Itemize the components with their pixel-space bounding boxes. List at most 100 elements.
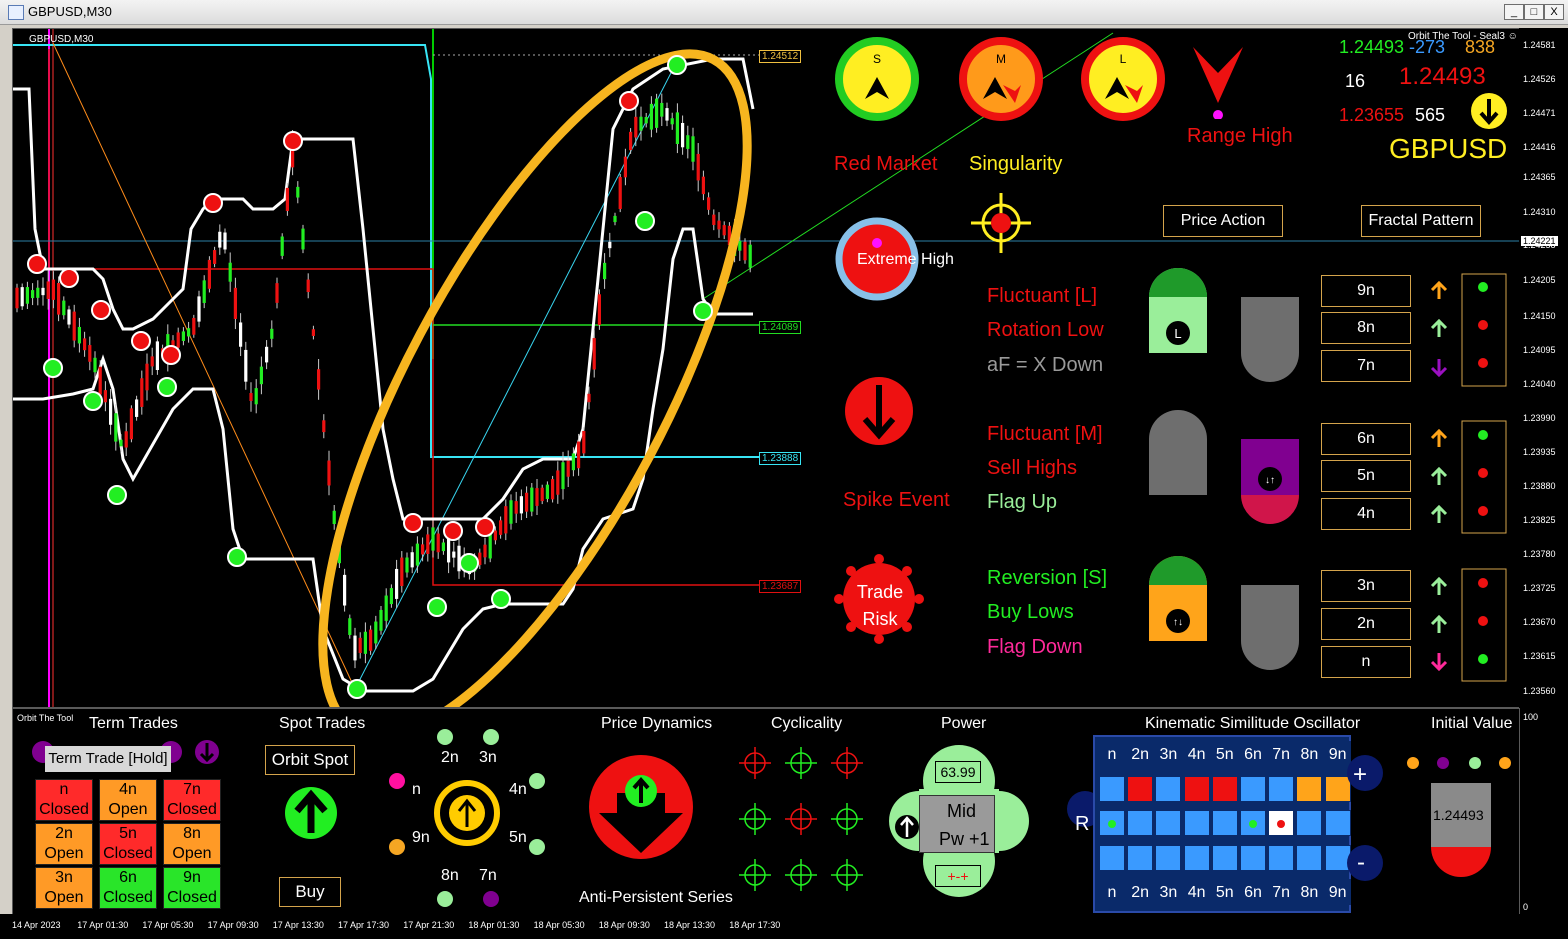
- buy-marker-icon: [107, 485, 127, 505]
- candle-body: [223, 232, 227, 250]
- kso-header-cell: 6n: [1240, 879, 1266, 905]
- wheel-3n: 3n: [479, 749, 497, 766]
- candle-body: [140, 378, 144, 407]
- candle-body: [389, 588, 393, 605]
- time-axis-tick: 18 Apr 17:30: [729, 920, 781, 930]
- term-trade-cell[interactable]: 2n Open: [35, 823, 93, 865]
- close-button[interactable]: X: [1544, 4, 1564, 20]
- kso-header-cell: 3n: [1155, 741, 1182, 767]
- spike-event-label: Spike Event: [843, 489, 950, 511]
- term-trade-hold-button[interactable]: Term Trade [Hold]: [45, 746, 171, 772]
- candle-body: [722, 225, 726, 236]
- candle-body: [535, 488, 539, 506]
- maximize-button[interactable]: □: [1524, 4, 1544, 20]
- candle-body: [129, 408, 133, 440]
- candle-body: [369, 629, 373, 651]
- candle-body: [15, 287, 19, 309]
- time-axis-tick: 18 Apr 05:30: [533, 920, 585, 930]
- kso-cell: [1211, 810, 1238, 836]
- n-box-3n: 3n: [1321, 570, 1411, 602]
- term-trade-cell-status: Closed: [39, 801, 89, 818]
- price-axis-tick: 1.23670: [1523, 617, 1556, 627]
- candle-body: [301, 228, 305, 250]
- chart-window-icon: [8, 5, 24, 20]
- orbit-spot-button[interactable]: Orbit Spot: [265, 745, 355, 775]
- candle-body: [551, 479, 555, 500]
- n-box-9n: 9n: [1321, 275, 1411, 307]
- candle-body: [571, 453, 575, 471]
- kso-cell: [1296, 775, 1323, 802]
- signal-m-circle: M: [959, 37, 1043, 121]
- minimize-button[interactable]: _: [1504, 4, 1524, 20]
- signal-s-letter: S: [873, 52, 881, 66]
- kso-header-cell: 8n: [1296, 879, 1323, 905]
- kso-cell: [1240, 775, 1266, 802]
- row2-label1: Fluctuant [M]: [987, 423, 1103, 445]
- candle-body: [150, 356, 154, 367]
- power-plus-minus[interactable]: +-+: [935, 865, 981, 887]
- price-axis-tick: 1.24365: [1523, 172, 1556, 182]
- kso-cell: [1155, 844, 1182, 871]
- kso-plus-button[interactable]: +: [1353, 761, 1367, 789]
- candle-body: [348, 618, 352, 635]
- buy-marker-icon: [667, 55, 687, 75]
- price-action-button[interactable]: Price Action: [1163, 205, 1283, 237]
- term-trade-cell[interactable]: n Closed: [35, 779, 93, 821]
- singularity-crosshair-icon: [971, 193, 1031, 253]
- term-trade-cell-level: 2n: [55, 825, 73, 842]
- crosshair-icon: [739, 803, 771, 835]
- term-trade-cell[interactable]: 4n Open: [99, 779, 157, 821]
- time-axis: 14 Apr 2023 17 Apr 01:30 17 Apr 05:30 17 Ap…: [0, 914, 1568, 939]
- kso-minus-button[interactable]: -: [1357, 849, 1365, 877]
- term-trade-cell-level: n: [59, 781, 69, 798]
- term-trade-cell[interactable]: 5n Closed: [99, 823, 157, 865]
- sell-marker-icon: [91, 300, 111, 320]
- term-trade-cell-status: Open: [172, 845, 212, 862]
- pill-gray-3: [1241, 585, 1299, 670]
- yellow-down-circle-icon: [1471, 93, 1507, 129]
- candle-body: [597, 294, 601, 325]
- time-axis-tick: 14 Apr 2023: [12, 920, 61, 930]
- buy-marker-icon: [43, 358, 63, 378]
- power-title: Power: [941, 715, 987, 732]
- main-chart[interactable]: GBPUSD,M30 1.24512 1.24089 1.23888 1.236…: [12, 28, 1520, 708]
- candle-body: [31, 290, 35, 299]
- price-axis-tick: 1.23725: [1523, 583, 1556, 593]
- term-trade-cell-status: Closed: [103, 845, 153, 862]
- candle-body: [353, 635, 357, 661]
- sell-marker-icon: [619, 91, 639, 111]
- candle-body: [358, 637, 362, 653]
- magenta-dot-icon: [1213, 110, 1223, 119]
- price-axis-tick: 1.24205: [1523, 275, 1556, 285]
- time-axis-tick: 18 Apr 09:30: [598, 920, 650, 930]
- candle-body: [275, 283, 279, 303]
- pill-l-indicator: L: [1149, 268, 1207, 353]
- buy-button[interactable]: Buy: [279, 877, 341, 907]
- wheel-n: n: [412, 781, 421, 798]
- price-axis-tick: 1.24581: [1523, 40, 1556, 50]
- candle-body: [410, 552, 414, 568]
- candle-body: [608, 241, 612, 249]
- candle-body: [254, 388, 258, 405]
- kso-cell: [1127, 844, 1154, 871]
- term-trade-cell[interactable]: 8n Open: [163, 823, 221, 865]
- candle-body: [270, 328, 274, 339]
- power-mid: Mid: [947, 801, 977, 821]
- term-trade-cell[interactable]: 7n Closed: [163, 779, 221, 821]
- term-trade-cell[interactable]: 6n Closed: [99, 867, 157, 909]
- extreme-high-label: Extreme High: [857, 251, 954, 268]
- n-box-5n: 5n: [1321, 460, 1411, 492]
- symbol-label: GBPUSD: [1389, 133, 1508, 164]
- candle-body: [93, 357, 97, 373]
- candle-body: [25, 287, 29, 304]
- candle-body: [72, 311, 76, 341]
- candle-body: [259, 366, 263, 385]
- row2-label2: Sell Highs: [987, 457, 1078, 479]
- candle-body: [98, 366, 102, 395]
- signal-m-letter: M: [996, 52, 1006, 66]
- term-trade-cell[interactable]: 3n Open: [35, 867, 93, 909]
- pill-gray-1: [1241, 297, 1299, 382]
- term-trade-cell[interactable]: 9n Closed: [163, 867, 221, 909]
- candle-body: [327, 460, 331, 486]
- fractal-pattern-button[interactable]: Fractal Pattern: [1361, 205, 1481, 237]
